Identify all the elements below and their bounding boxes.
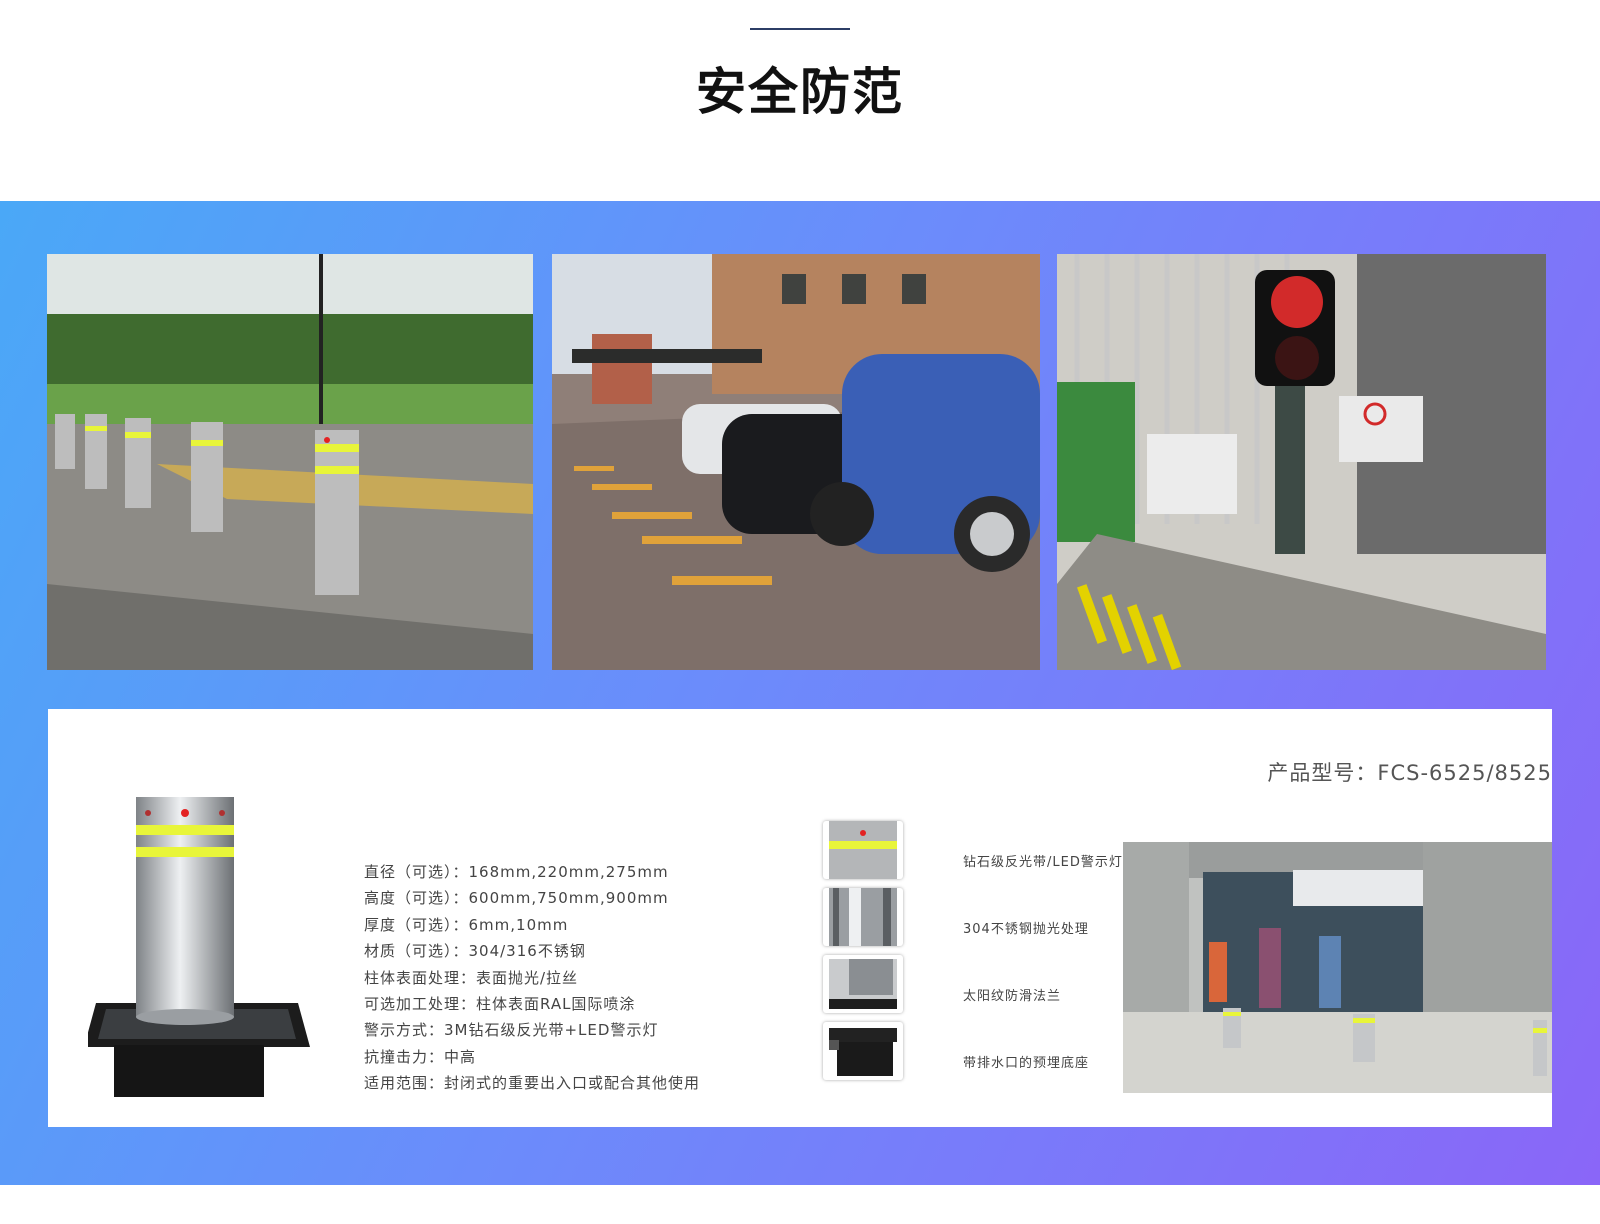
feature-embedded-base: 带排水口的预埋底座 [823,1022,1113,1080]
spec-item-warning: 警示方式：3M钻石级反光带+LED警示灯 [364,1021,659,1040]
feature-label: 304不锈钢抛光处理 [963,922,1089,937]
spec-item-application: 适用范围：封闭式的重要出入口或配合其他使用 [364,1074,701,1093]
product-spec-card: 产品型号：FCS-6525/8525 直径（可选）：168mm,220mm,27 [48,709,1552,1127]
embedded-base-icon [823,1022,903,1080]
anti-slip-flange-icon [823,955,903,1013]
feature-label: 钻石级反光带/LED警示灯 [963,855,1123,870]
spec-item-optional-processing: 可选加工处理：柱体表面RAL国际喷涂 [364,995,636,1014]
feature-reflective-led: 钻石级反光带/LED警示灯 [823,821,1122,879]
page-title: 安全防范 [696,63,904,121]
feature-anti-slip-flange: 太阳纹防滑法兰 [823,955,1113,1013]
product-model-label: 产品型号：FCS-6525/8525 [1267,761,1552,785]
spec-item-height: 高度（可选）：600mm,750mm,900mm [364,889,669,908]
parking-barriers-photo [552,254,1040,670]
traffic-light-photo [1057,254,1546,670]
bollards-road-photo [47,254,533,670]
spec-item-impact: 抗撞击力：中高 [364,1047,477,1066]
spec-list: 直径（可选）：168mm,220mm,275mm 高度（可选）：600mm,75… [364,859,700,1097]
spec-item-diameter: 直径（可选）：168mm,220mm,275mm [364,863,669,881]
spec-item-surface: 柱体表面处理：表面抛光/拉丝 [364,968,579,987]
feature-label: 带排水口的预埋底座 [963,1056,1090,1071]
feature-label: 太阳纹防滑法兰 [963,989,1062,1004]
bollard-product-image [84,797,318,1097]
spec-item-thickness: 厚度（可选）：6mm,10mm [364,915,569,934]
entrance-bollards-photo [1123,842,1552,1093]
feature-polished-steel: 304不锈钢抛光处理 [823,888,1113,946]
title-divider [750,28,850,30]
spec-item-material: 材质（可选）：304/316不锈钢 [364,942,586,961]
polished-steel-icon [823,888,903,946]
reflective-band-led-icon [823,821,903,879]
